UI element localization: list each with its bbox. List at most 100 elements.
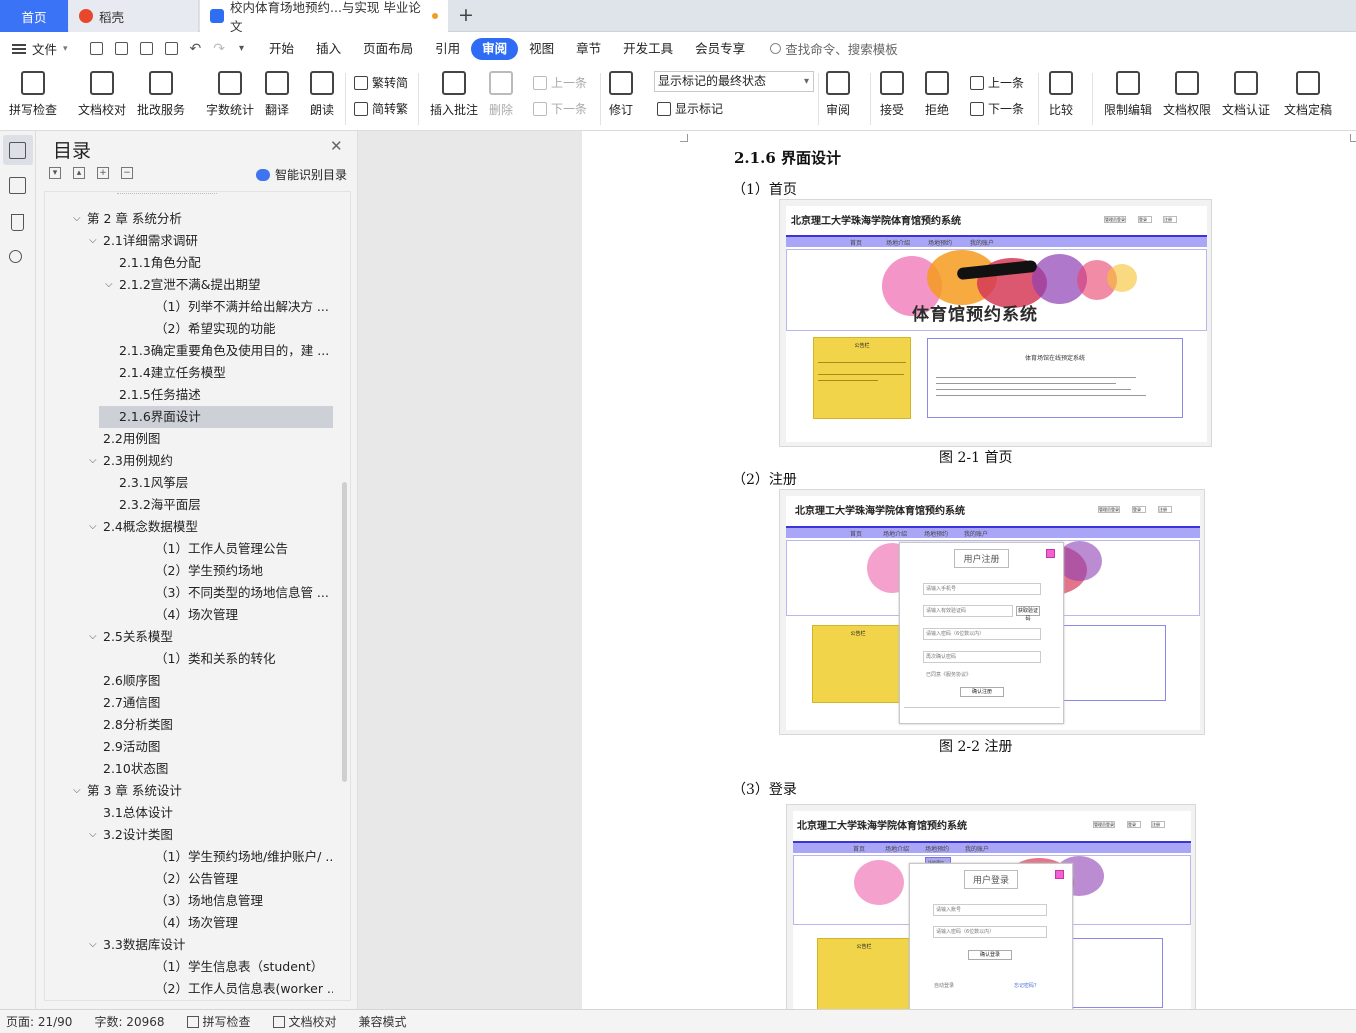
print-preview-icon[interactable] [164, 42, 178, 55]
remove-heading-icon[interactable]: − [121, 167, 133, 179]
prev-change-button[interactable]: 上一条 [970, 74, 1024, 91]
command-search[interactable]: 查找命令、搜索模板 [785, 39, 898, 58]
expand-up-icon[interactable]: ▴ [73, 167, 85, 179]
toc-item[interactable]: （2）公告管理 [45, 868, 333, 890]
proofread-button[interactable]: 文档校对 [78, 71, 126, 118]
toc-item[interactable]: 3.1总体设计 [45, 802, 333, 824]
toc-item[interactable]: 2.2用例图 [45, 428, 333, 450]
new-tab-button[interactable]: + [458, 4, 474, 26]
read-aloud-button[interactable]: 朗读 [310, 71, 334, 118]
undo-icon[interactable]: ↶ [190, 41, 202, 57]
toc-item[interactable]: 2.7通信图 [45, 692, 333, 714]
delete-comment-button[interactable]: 删除 [489, 71, 513, 118]
menu-item[interactable]: 开始 [258, 38, 305, 60]
next-comment-button[interactable]: 下一条 [533, 100, 587, 117]
insert-comment-button[interactable]: 插入批注 [430, 71, 478, 118]
simp-to-trad-button[interactable]: 简转繁 [354, 100, 408, 117]
toc-item[interactable]: （1）学生信息表（student） [45, 956, 333, 978]
tab-document[interactable]: 校内体育场地预约...与实现 毕业论文 [200, 0, 448, 34]
toc-item[interactable]: （4）场次管理 [45, 604, 333, 626]
toc-item[interactable]: ⌵ 3.2设计类图 [45, 824, 333, 846]
word-count-indicator[interactable]: 字数: 20968 [94, 1013, 164, 1030]
toc-item[interactable]: （3）场地信息管理 [45, 890, 333, 912]
chevron-down-icon[interactable]: ⌵ [73, 780, 81, 802]
toc-item[interactable]: 2.1.4建立任务模型 [45, 362, 333, 384]
menu-item[interactable]: 引用 [424, 38, 471, 60]
toc-item[interactable]: 2.1.3确定重要角色及使用目的，建 ... [45, 340, 333, 362]
prev-comment-button[interactable]: 上一条 [533, 74, 587, 91]
close-icon[interactable]: ✕ [330, 137, 343, 155]
word-count-button[interactable]: 字数统计 [206, 71, 254, 118]
track-changes-button[interactable]: 修订 [609, 71, 633, 118]
menu-item[interactable]: 页面布局 [352, 38, 424, 60]
toc-item[interactable]: 2.1.6界面设计 [99, 406, 333, 428]
doc-permission-button[interactable]: 文档权限 [1163, 71, 1211, 118]
markup-display-select[interactable]: 显示标记的最终状态 [654, 71, 814, 92]
toc-item[interactable]: ⌵ 3.3数据库设计 [45, 934, 333, 956]
toc-item[interactable]: （2）希望实现的功能 [45, 318, 333, 340]
toc-item[interactable]: （1）类和关系的转化 [45, 648, 333, 670]
toc-item[interactable]: ⌵ 2.1详细需求调研 [45, 230, 333, 252]
chevron-down-icon[interactable]: ⌵ [89, 450, 97, 472]
toc-item[interactable]: （4）场次管理 [45, 912, 333, 934]
toc-item[interactable]: （2）学生预约场地 [45, 560, 333, 582]
toc-item[interactable]: 2.1.1角色分配 [45, 252, 333, 274]
print-icon[interactable] [139, 42, 153, 55]
find-icon[interactable] [9, 250, 22, 263]
save-icon[interactable] [89, 42, 103, 55]
status-spell-check[interactable]: 拼写检查 [186, 1013, 251, 1030]
tab-daoke[interactable]: 稻壳 [69, 0, 199, 32]
chevron-down-icon[interactable]: ⌵ [89, 626, 97, 648]
menu-item[interactable]: 插入 [305, 38, 352, 60]
collapse-all-icon[interactable]: ▾ [49, 167, 61, 179]
toc-scrollbar[interactable] [342, 482, 347, 782]
spell-check-button[interactable]: 拼写检查 [9, 71, 57, 118]
show-markup-button[interactable]: 显示标记 [657, 100, 723, 117]
chevron-down-icon[interactable]: ⌵ [89, 824, 97, 846]
accept-button[interactable]: 接受 [880, 71, 904, 118]
chevron-down-icon[interactable]: ⌵ [89, 934, 97, 956]
status-proofread[interactable]: 文档校对 [272, 1013, 337, 1030]
toc-item[interactable]: ⌵ 2.1.2宣泄不满&提出期望 [45, 274, 333, 296]
toc-item[interactable]: （1）列举不满并给出解决方 ... [45, 296, 333, 318]
toc-item[interactable]: ⌵ 2.5关系模型 [45, 626, 333, 648]
chevron-down-icon[interactable]: ⌵ [105, 274, 113, 296]
hamburger-icon[interactable] [12, 43, 26, 54]
doc-finalize-button[interactable]: 文档定稿 [1284, 71, 1332, 118]
export-icon[interactable] [114, 42, 128, 55]
toc-icon[interactable] [9, 142, 26, 159]
toc-item[interactable]: 2.10状态图 [45, 758, 333, 780]
chevron-down-icon[interactable]: ⌵ [73, 208, 81, 230]
chevron-down-icon[interactable]: ⌵ [89, 230, 97, 252]
toc-item[interactable]: （1）工作人员管理公告 [45, 538, 333, 560]
toc-item[interactable]: 2.8分析类图 [45, 714, 333, 736]
annotate-service-button[interactable]: 批改服务 [137, 71, 185, 118]
reject-button[interactable]: 拒绝 [925, 71, 949, 118]
customize-qa-icon[interactable]: ▾ [239, 43, 244, 54]
toc-item[interactable]: ⌵ 第 3 章 系统设计 [45, 780, 333, 802]
smart-toc-button[interactable]: 智能识别目录 [256, 166, 347, 183]
toc-item[interactable]: 2.3.1风筝层 [45, 472, 333, 494]
toc-item[interactable]: 2.1.5任务描述 [45, 384, 333, 406]
bookmark-icon[interactable] [11, 214, 24, 231]
page-indicator[interactable]: 页面: 21/90 [6, 1013, 72, 1030]
toc-item[interactable]: ⌵ 第 2 章 系统分析 [45, 208, 333, 230]
menu-item[interactable]: 会员专享 [684, 38, 756, 60]
redo-icon[interactable]: ↷ [213, 41, 225, 57]
add-heading-icon[interactable]: + [97, 167, 109, 179]
menu-item[interactable]: 开发工具 [612, 38, 684, 60]
toc-item[interactable]: 2.9活动图 [45, 736, 333, 758]
toc-item[interactable]: ⌵ 2.4概念数据模型 [45, 516, 333, 538]
menu-item[interactable]: 审阅 [471, 37, 519, 60]
chapter-nav-icon[interactable] [9, 177, 26, 194]
review-pane-button[interactable]: 审阅 [826, 71, 850, 118]
toc-item[interactable]: （1）学生预约场地/维护账户/ ... [45, 846, 333, 868]
toc-item[interactable]: （2）工作人员信息表(worker ... [45, 978, 333, 1000]
tab-home[interactable]: 首页 [0, 0, 68, 32]
file-menu[interactable]: 文件 [32, 39, 57, 58]
toc-item[interactable]: 2.3.2海平面层 [45, 494, 333, 516]
toc-item[interactable]: 2.6顺序图 [45, 670, 333, 692]
toc-item[interactable]: （3）不同类型的场地信息管 ... [45, 582, 333, 604]
restrict-edit-button[interactable]: 限制编辑 [1104, 71, 1152, 118]
doc-certify-button[interactable]: 文档认证 [1222, 71, 1270, 118]
